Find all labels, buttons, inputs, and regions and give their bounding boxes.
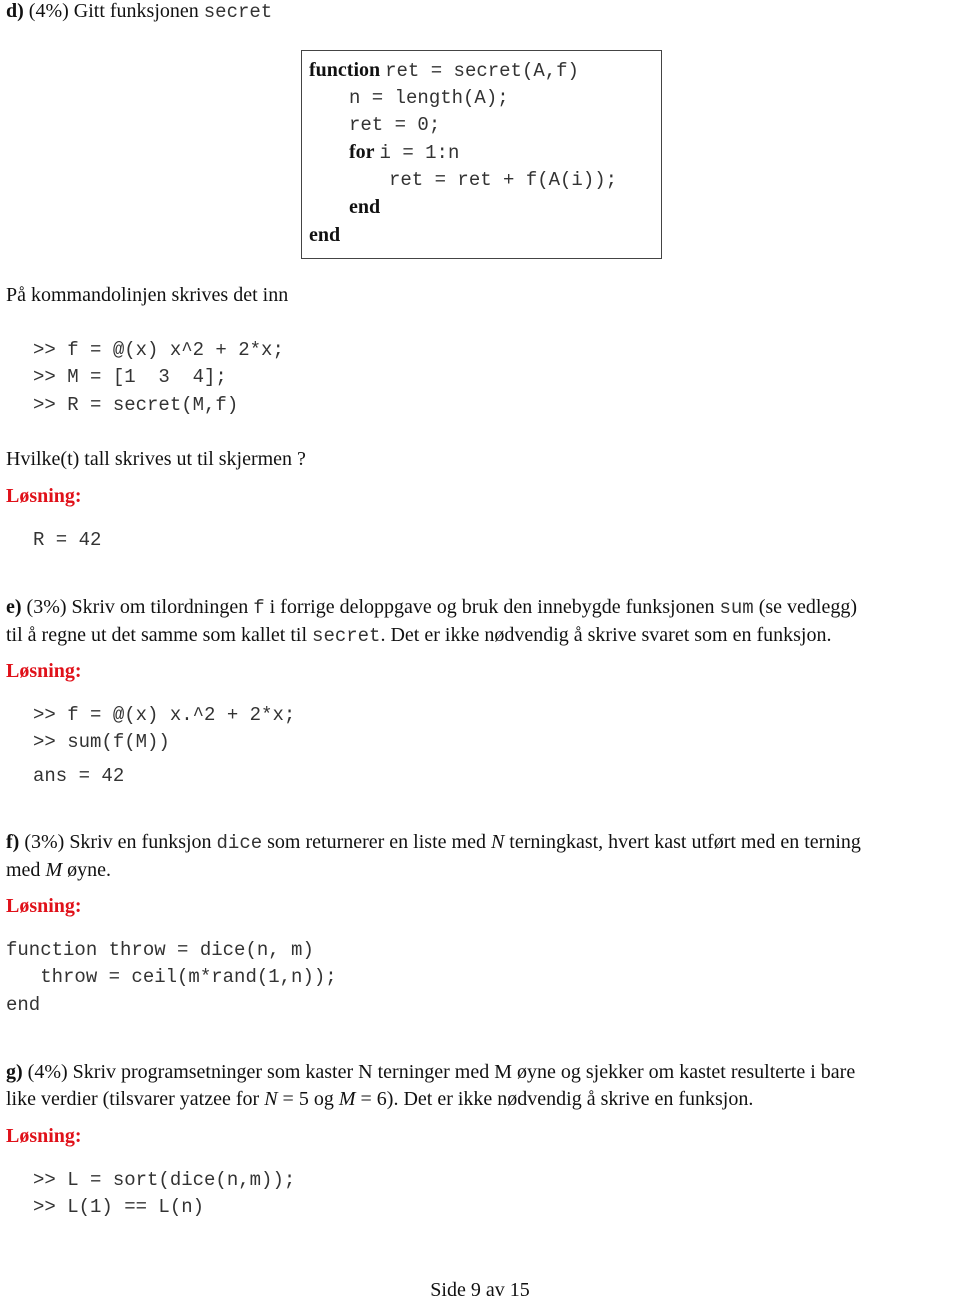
question-d-heading: d) (4%) Gitt funksjonen secret: [6, 0, 272, 23]
code-line: function ret = secret(A,f): [309, 59, 579, 82]
code-line: function throw = dice(n, m): [6, 939, 314, 961]
code-line: for i = 1:n: [349, 141, 459, 164]
solution-answer: R = 42: [33, 529, 102, 551]
question-label: g): [6, 1061, 23, 1083]
text: = 5 og: [277, 1088, 339, 1110]
inline-code: dice: [216, 832, 263, 854]
question-text: Hvilke(t) tall skrives ut til skjermen ?: [6, 448, 306, 470]
question-f-text: f) (3%) Skriv en funksjon dice som retur…: [6, 829, 958, 884]
inline-code: secret: [203, 1, 273, 23]
text: . Det er ikke nødvendig å skrive svaret …: [380, 624, 832, 646]
question-weight: (4%): [28, 0, 69, 22]
keyword: function: [309, 59, 381, 81]
code-line: end: [349, 196, 381, 218]
text: øyne.: [67, 859, 111, 881]
math-var: M: [338, 1088, 356, 1110]
question-text: Gitt funksjonen: [73, 0, 199, 22]
question-label: e): [6, 596, 22, 618]
text: like verdier (tilsvarer yatzee for: [6, 1088, 260, 1110]
inline-code: sum: [719, 597, 754, 619]
text: med: [6, 859, 41, 881]
code-line: ret = 0;: [349, 114, 441, 136]
code-text: ret = secret(A,f): [385, 60, 579, 82]
code-line: n = length(A);: [349, 87, 509, 109]
intro-text: På kommandolinjen skrives det inn: [6, 284, 289, 306]
text: Skriv en funksjon: [69, 831, 212, 853]
text: som returnerer en liste med: [267, 831, 486, 853]
command-line: >> M = [1 3 4];: [33, 366, 227, 388]
code-line: end: [6, 994, 41, 1016]
inline-code: secret: [312, 625, 381, 647]
question-label: d): [6, 0, 24, 22]
solution-label: Løsning:: [6, 485, 82, 507]
text: Skriv om tilordningen: [71, 596, 249, 618]
text: (se vedlegg): [758, 596, 858, 618]
question-weight: (3%): [26, 596, 67, 618]
solution-label: Løsning:: [6, 895, 82, 917]
text: i forrige deloppgave og bruk den innebyg…: [269, 596, 715, 618]
solution-label: Løsning:: [6, 1125, 82, 1147]
question-weight: (4%): [27, 1061, 68, 1083]
keyword: for: [349, 141, 375, 163]
code-line: >> L = sort(dice(n,m));: [33, 1169, 296, 1191]
code-line: throw = ceil(m*rand(1,n));: [6, 966, 337, 988]
code-listing-secret: function ret = secret(A,f) n = length(A)…: [301, 50, 662, 259]
code-line: >> sum(f(M)): [33, 731, 170, 753]
code-line: >> L(1) == L(n): [33, 1196, 205, 1218]
text: = 6). Det er ikke nødvendig å skrive en …: [355, 1088, 754, 1110]
code-line: >> f = @(x) x.^2 + 2*x;: [33, 704, 296, 726]
text: Skriv programsetninger som kaster N tern…: [72, 1061, 856, 1083]
solution-label: Løsning:: [6, 660, 82, 682]
question-weight: (3%): [24, 831, 65, 853]
inline-code: f: [253, 597, 265, 619]
question-g-text: g) (4%) Skriv programsetninger som kaste…: [6, 1059, 958, 1113]
text: terningkast, hvert kast utført med en te…: [509, 831, 861, 853]
math-var: N: [490, 831, 505, 853]
question-e-text: e) (3%) Skriv om tilordningen f i forrig…: [6, 594, 958, 650]
code-text: i = 1:n: [379, 142, 460, 164]
solution-answer: ans = 42: [33, 765, 125, 787]
code-line: end: [309, 224, 341, 246]
math-var: M: [45, 859, 63, 881]
question-label: f): [6, 831, 20, 853]
code-line: ret = ret + f(A(i));: [389, 169, 618, 191]
command-line: >> R = secret(M,f): [33, 394, 239, 416]
math-var: N: [264, 1088, 278, 1110]
command-line: >> f = @(x) x^2 + 2*x;: [33, 339, 284, 361]
text: til å regne ut det samme som kallet til: [6, 624, 308, 646]
